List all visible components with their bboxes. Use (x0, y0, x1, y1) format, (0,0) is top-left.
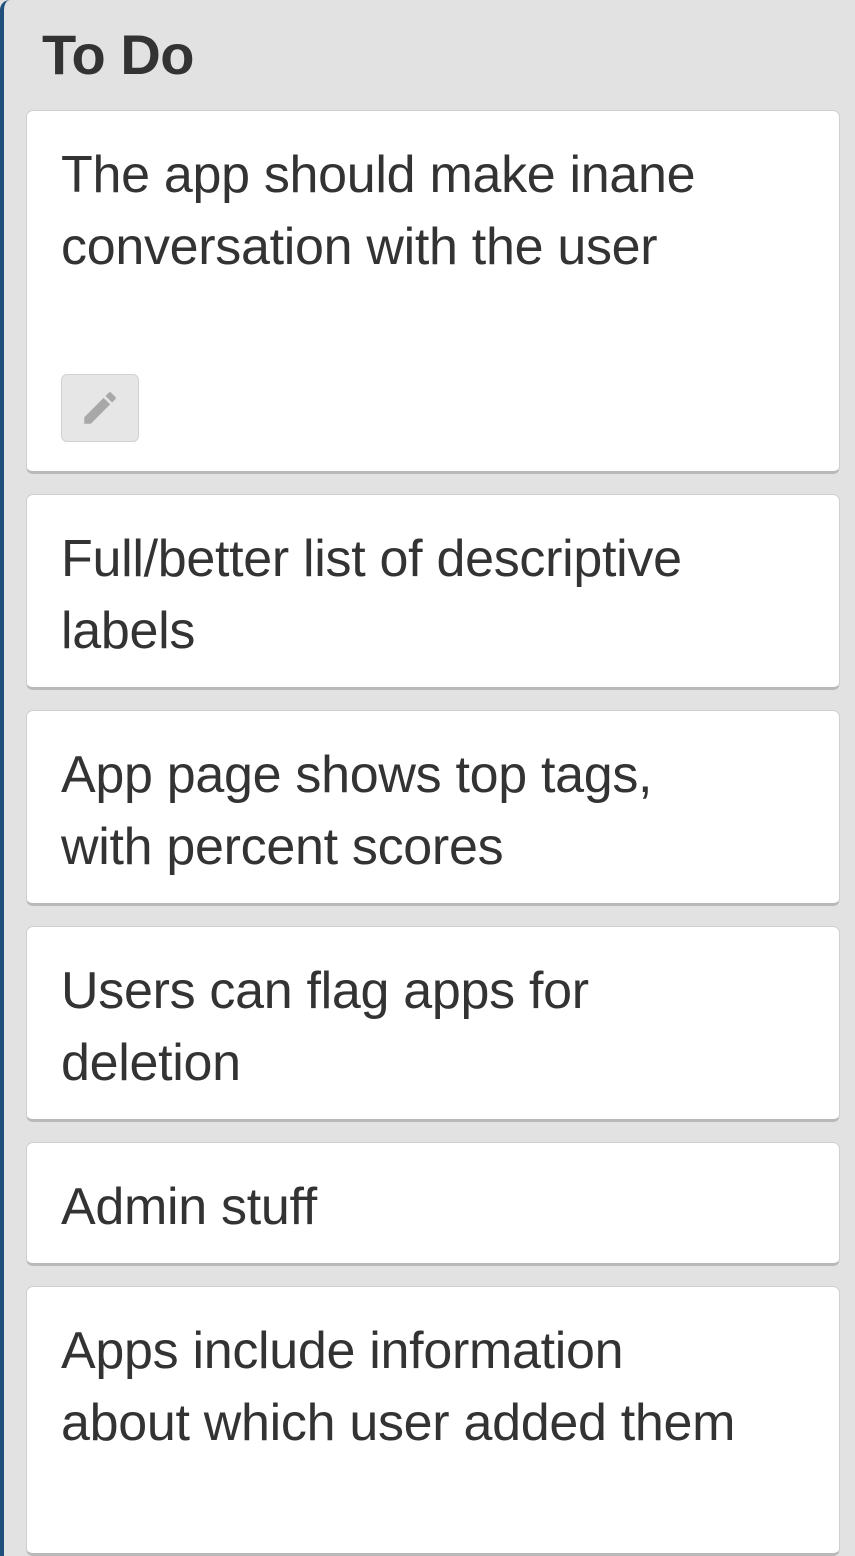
card-title: Apps include information about which use… (61, 1322, 736, 1452)
card-admin-stuff[interactable]: Admin stuff (26, 1142, 840, 1266)
pencil-icon (84, 392, 116, 424)
card-title: Full/better list of descriptive labels (61, 530, 682, 660)
list-title[interactable]: To Do (42, 22, 194, 88)
card-title: The app should make inane conversation w… (61, 146, 696, 276)
card-inane-conversation[interactable]: The app should make inane conversation w… (26, 110, 840, 474)
card-user-added-info[interactable]: Apps include information about which use… (26, 1286, 840, 1556)
card-title: Users can flag apps for deletion (61, 962, 589, 1092)
card-title: Admin stuff (61, 1178, 317, 1236)
card-descriptive-labels[interactable]: Full/better list of descriptive labels (26, 494, 840, 690)
card-top-tags[interactable]: App page shows top tags, with percent sc… (26, 710, 840, 906)
description-badge (61, 374, 139, 442)
todo-list: To Do The app should make inane conversa… (0, 0, 855, 1556)
card-flag-apps[interactable]: Users can flag apps for deletion (26, 926, 840, 1122)
card-title: App page shows top tags, with percent sc… (61, 746, 653, 876)
